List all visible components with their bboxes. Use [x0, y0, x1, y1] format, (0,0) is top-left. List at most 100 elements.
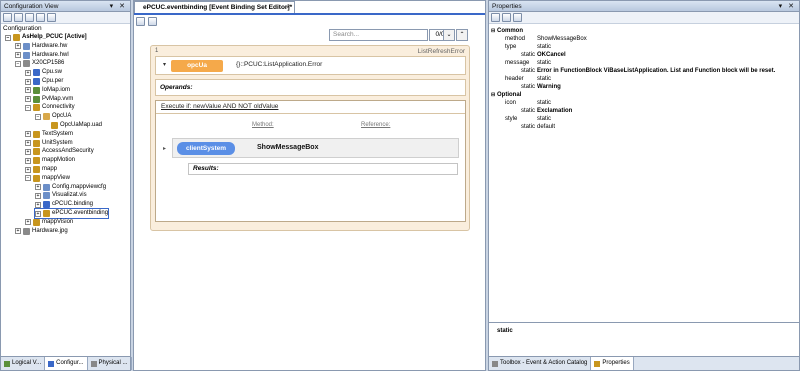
search-next-button[interactable]: ⌄	[443, 29, 455, 41]
expand-toggle-icon[interactable]: +	[15, 52, 21, 59]
pane-controls[interactable]: ▾ ✕	[779, 1, 796, 12]
tree-item[interactable]: + Config.mappviewcfg	[35, 183, 106, 192]
tree-toolbar-button-2[interactable]	[14, 13, 23, 22]
expand-toggle-icon[interactable]: −	[25, 104, 31, 111]
operands-section[interactable]: Operands:	[155, 79, 466, 96]
expand-toggle-icon[interactable]: −	[35, 113, 41, 120]
property-pages-icon[interactable]	[513, 13, 522, 22]
property-row[interactable]: static OKCancel	[489, 51, 799, 59]
property-row[interactable]: style static	[489, 115, 799, 123]
list-view-icon[interactable]	[136, 17, 145, 26]
categorized-icon[interactable]	[491, 13, 500, 22]
collapse-category-icon[interactable]: ⊟	[491, 91, 495, 99]
expand-toggle-icon[interactable]: +	[25, 69, 31, 76]
property-row[interactable]: header static	[489, 75, 799, 83]
expand-toggle-icon[interactable]: +	[35, 210, 41, 217]
expand-toggle-icon[interactable]: +	[15, 43, 21, 50]
tree-item[interactable]: + Hardware.hwl	[15, 51, 69, 60]
tab-physical-view[interactable]: Physical ...	[88, 357, 132, 370]
action-method-row[interactable]: ▸ clientSystem ShowMessageBox	[163, 138, 459, 158]
property-value[interactable]: default	[537, 123, 555, 131]
property-row[interactable]: static Error in FunctionBlock ViBaseListA…	[489, 67, 799, 75]
alphabetical-icon[interactable]	[502, 13, 511, 22]
refresh-icon[interactable]	[148, 17, 157, 26]
property-value[interactable]: OKCancel	[537, 51, 566, 59]
tree-toolbar-button-4[interactable]	[36, 13, 45, 22]
tree-toolbar-button-5[interactable]	[47, 13, 56, 22]
expand-toggle-icon[interactable]: +	[25, 96, 31, 103]
tree-item[interactable]: + IoMap.iom	[25, 86, 70, 95]
property-value[interactable]: static	[537, 115, 551, 123]
tree-item[interactable]: + Hardware.hw	[15, 42, 67, 51]
tab-toolbox[interactable]: Toolbox - Event & Action Catalog	[489, 357, 592, 370]
tree-toolbar-button-3[interactable]	[25, 13, 34, 22]
property-row[interactable]: message static	[489, 59, 799, 67]
property-value[interactable]: static	[537, 75, 551, 83]
property-row[interactable]: static default	[489, 123, 799, 131]
property-value[interactable]: ShowMessageBox	[537, 35, 587, 43]
tree-item[interactable]: + UnitSystem	[25, 139, 73, 148]
expand-toggle-icon[interactable]: −	[25, 175, 31, 182]
collapse-category-icon[interactable]: ⊟	[491, 27, 495, 35]
action-target-pill[interactable]: clientSystem	[177, 142, 235, 155]
tree-item[interactable]: + Cpu.per	[25, 77, 63, 86]
expand-toggle-icon[interactable]: +	[35, 184, 41, 191]
property-category[interactable]: ⊟ Common	[489, 27, 799, 35]
tree-item[interactable]: + mappVision	[25, 218, 73, 227]
close-tab-icon[interactable]: ×	[286, 2, 290, 13]
tree-item[interactable]: − AsHelp_PCUC [Active]	[5, 33, 87, 42]
expand-toggle-icon[interactable]: +	[25, 219, 31, 226]
tree-item[interactable]: − X20CP1586	[15, 59, 64, 68]
tree-item[interactable]: + AccessAndSecurity	[25, 147, 94, 156]
expand-toggle-icon[interactable]: +	[25, 140, 31, 147]
tree-item[interactable]: + PvMap.vvm	[25, 95, 73, 104]
tree-item[interactable]: − mappView	[25, 174, 70, 183]
document-tab[interactable]: ePCUC.eventbinding [Event Binding Set Ed…	[134, 1, 295, 13]
property-row[interactable]: static Warning	[489, 83, 799, 91]
tree-toolbar-button-1[interactable]	[3, 13, 12, 22]
property-row[interactable]: type static	[489, 43, 799, 51]
tree-item[interactable]: + mappMotion	[25, 156, 75, 165]
expand-toggle-icon[interactable]: +	[25, 131, 31, 138]
tree-item[interactable]: + TextSystem	[25, 130, 73, 139]
property-value[interactable]: static	[537, 99, 551, 107]
property-row[interactable]: icon static	[489, 99, 799, 107]
search-previous-button[interactable]: ⌃	[456, 29, 468, 41]
condition-text[interactable]: Execute if: newValue AND NOT oldValue	[161, 103, 278, 110]
tree-item[interactable]: OpcUaMap.uad	[51, 121, 102, 130]
expand-toggle-icon[interactable]: +	[25, 78, 31, 85]
tree-item[interactable]: + Cpu.sw	[25, 68, 62, 77]
property-row[interactable]: method ShowMessageBox	[489, 35, 799, 43]
expand-toggle-icon[interactable]: +	[25, 87, 31, 94]
pane-controls[interactable]: ▾ ✕	[110, 1, 127, 12]
expand-toggle-icon[interactable]: +	[25, 166, 31, 173]
property-category[interactable]: ⊟ Optional	[489, 91, 799, 99]
property-value[interactable]: Error in FunctionBlock ViBaseListApplica…	[537, 67, 775, 75]
expand-toggle-icon[interactable]: +	[15, 228, 21, 235]
expand-toggle-icon[interactable]: +	[25, 148, 31, 155]
property-value[interactable]: Exclamation	[537, 107, 572, 115]
tree-item[interactable]: − Connectivity	[25, 103, 75, 112]
expand-toggle-icon[interactable]: −	[5, 34, 11, 41]
tab-configuration-view[interactable]: Configur...	[45, 357, 88, 370]
property-value[interactable]: static	[537, 43, 551, 51]
expand-toggle-icon[interactable]: −	[15, 60, 21, 67]
collapse-icon[interactable]: ▾	[160, 61, 169, 70]
tab-properties[interactable]: Properties	[591, 357, 634, 370]
tree-item[interactable]: + cPCUC.binding	[35, 200, 93, 209]
tree-item[interactable]: − OpcUA	[35, 112, 71, 121]
tab-logical-view[interactable]: Logical V...	[1, 357, 46, 370]
property-value[interactable]: static	[537, 59, 551, 67]
tree-item[interactable]: + mapp	[25, 165, 57, 174]
results-section[interactable]: Results:	[188, 163, 458, 175]
property-row[interactable]: static Exclamation	[489, 107, 799, 115]
expand-toggle-icon[interactable]: +	[35, 192, 41, 199]
event-source-pill[interactable]: opcUa	[171, 60, 223, 72]
tree-item[interactable]: + Hardware.jpg	[15, 227, 68, 236]
expand-toggle-icon[interactable]: +	[25, 157, 31, 164]
property-value[interactable]: Warning	[537, 83, 561, 91]
tree-item[interactable]: + ePCUC.eventbinding	[33, 208, 110, 219]
search-input[interactable]: Search...	[329, 29, 428, 41]
tree-item[interactable]: + Visualizat.vis	[35, 191, 87, 200]
expand-toggle-icon[interactable]: +	[35, 201, 41, 208]
